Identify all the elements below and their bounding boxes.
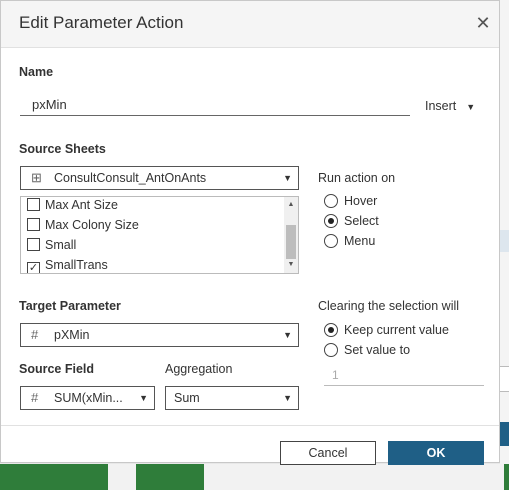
source-sheets-list[interactable]: Max Ant Size Max Colony Size Small ✓ Smal… [20, 196, 299, 274]
aggregation-label: Aggregation [165, 362, 233, 376]
radio-keep-current-value[interactable]: Keep current value [324, 323, 449, 337]
radio-label: Menu [344, 234, 376, 248]
list-item[interactable]: ✓ SmallTrans [27, 255, 108, 273]
divider [1, 425, 499, 426]
scrollbar-thumb[interactable] [286, 225, 296, 259]
target-parameter-label: Target Parameter [19, 299, 121, 313]
list-item[interactable]: Max Colony Size [27, 215, 139, 235]
target-parameter-value: pXMin [54, 328, 90, 342]
insert-label: Insert [425, 99, 457, 113]
list-item-label: Small [45, 238, 77, 252]
scroll-up-icon[interactable]: ▲ [284, 199, 298, 211]
radio-label: Select [344, 214, 379, 228]
radio-selected-icon [324, 323, 338, 337]
radio-icon [324, 234, 338, 248]
source-sheets-label: Source Sheets [19, 142, 106, 156]
hash-icon: # [31, 390, 39, 405]
source-sheets-select[interactable]: ⊞ ConsultConsult_AntOnAnts ▼ [20, 166, 299, 190]
chevron-down-icon: ▼ [466, 102, 476, 112]
radio-label: Hover [344, 194, 378, 208]
list-scrollbar[interactable]: ▲ ▼ [284, 197, 298, 273]
chevron-down-icon: ▼ [283, 173, 292, 183]
list-item-label: SmallTrans [45, 258, 108, 272]
close-icon[interactable]: ✕ [473, 13, 493, 33]
target-parameter-select[interactable]: # pXMin ▼ [20, 323, 299, 347]
radio-icon [324, 343, 338, 357]
background-footer-panel [204, 464, 504, 490]
dialog-title: Edit Parameter Action [19, 13, 184, 32]
list-item-label: Max Colony Size [45, 218, 139, 232]
name-label: Name [19, 65, 54, 79]
cancel-button[interactable]: Cancel [280, 441, 376, 465]
chevron-down-icon: ▼ [283, 330, 292, 340]
radio-label: Keep current value [344, 323, 449, 337]
checkbox[interactable] [27, 198, 40, 211]
list-item[interactable]: Small [27, 235, 76, 255]
list-item[interactable]: Max Ant Size [27, 197, 118, 215]
background-button [500, 422, 509, 446]
background-footer-panel [108, 464, 136, 490]
clearing-label: Clearing the selection will [318, 299, 460, 313]
radio-select[interactable]: Select [324, 214, 379, 228]
scroll-down-icon[interactable]: ▼ [284, 259, 298, 271]
checkbox-checked[interactable]: ✓ [27, 262, 40, 273]
radio-label: Set value to [344, 343, 411, 357]
ok-button[interactable]: OK [388, 441, 484, 465]
radio-set-value-to[interactable]: Set value to [324, 343, 410, 357]
run-action-label: Run action on [318, 171, 396, 185]
background-row-highlight [500, 230, 509, 252]
edit-parameter-action-dialog: Edit Parameter Action ✕ Name Insert ▼ Sou… [0, 0, 500, 465]
list-item-label: Max Ant Size [45, 198, 118, 212]
source-field-value: SUM(xMin... [54, 391, 123, 405]
source-sheets-value: ConsultConsult_AntOnAnts [54, 171, 207, 185]
checkbox[interactable] [27, 218, 40, 231]
checkbox[interactable] [27, 238, 40, 251]
set-value-input: 1 [324, 364, 484, 386]
radio-selected-icon [324, 214, 338, 228]
radio-icon [324, 194, 338, 208]
source-field-label: Source Field [19, 362, 95, 376]
dialog-titlebar: Edit Parameter Action ✕ [1, 1, 499, 48]
aggregation-select[interactable]: Sum ▼ [165, 386, 299, 410]
source-field-select[interactable]: # SUM(xMin... ▼ [20, 386, 155, 410]
radio-menu[interactable]: Menu [324, 234, 375, 248]
hash-icon: # [31, 327, 39, 342]
name-input[interactable] [20, 94, 410, 116]
chevron-down-icon: ▼ [283, 393, 292, 403]
grid-icon: ⊞ [31, 170, 42, 185]
background-field [500, 366, 509, 392]
chevron-down-icon: ▼ [139, 393, 148, 403]
aggregation-value: Sum [174, 391, 200, 405]
insert-dropdown[interactable]: Insert ▼ [425, 99, 475, 113]
radio-hover[interactable]: Hover [324, 194, 377, 208]
